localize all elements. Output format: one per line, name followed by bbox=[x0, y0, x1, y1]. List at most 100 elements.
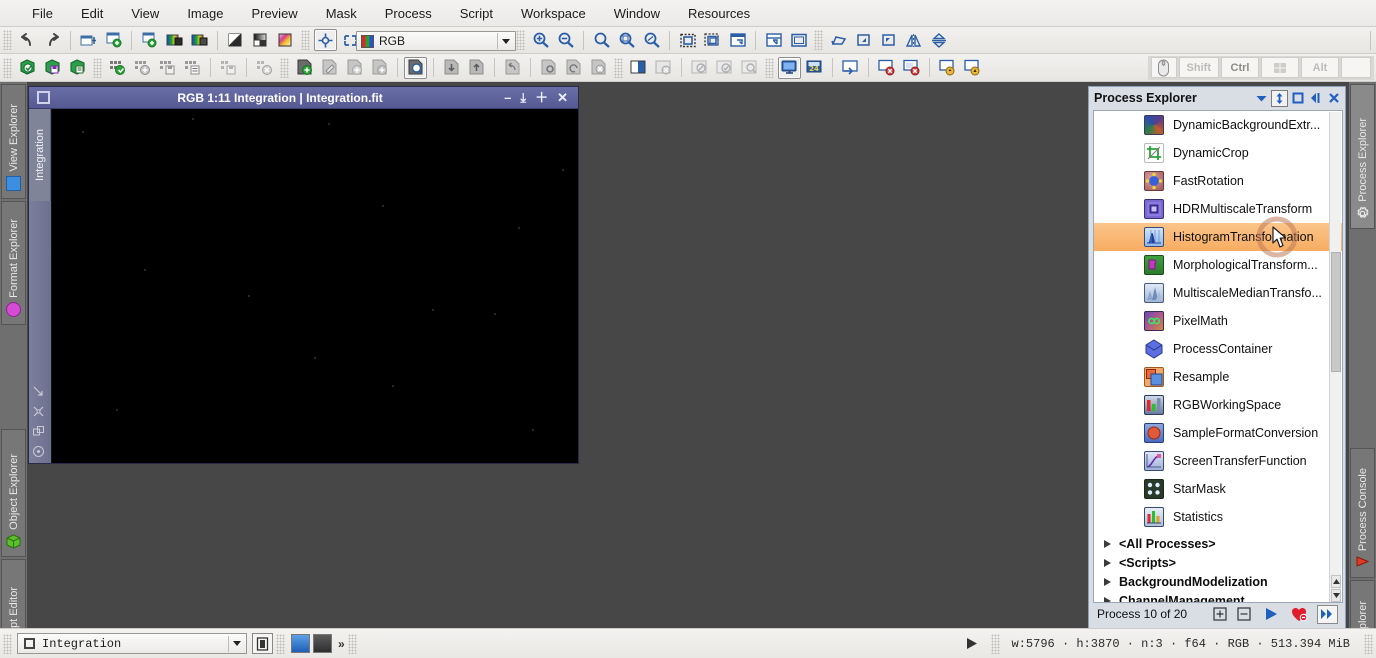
target-icon[interactable] bbox=[32, 445, 45, 458]
more-swatches-button[interactable]: » bbox=[338, 637, 345, 651]
panel-maximize-button[interactable] bbox=[1289, 90, 1306, 107]
preview-reset-button[interactable] bbox=[562, 57, 585, 79]
menu-edit[interactable]: Edit bbox=[67, 2, 117, 25]
list-item[interactable]: Statistics bbox=[1094, 503, 1342, 531]
toolbar-grip[interactable] bbox=[3, 57, 12, 78]
bitdepth-24-button[interactable]: 24 bbox=[803, 57, 826, 79]
sidebar-item-object-explorer[interactable]: Object Explorer bbox=[1, 429, 26, 557]
rotate-free-button[interactable] bbox=[827, 29, 850, 51]
list-item[interactable]: SampleFormatConversion bbox=[1094, 419, 1342, 447]
run-process-button[interactable] bbox=[1261, 605, 1282, 624]
group-scripts[interactable]: <Scripts> bbox=[1094, 553, 1342, 572]
stf-disable-button[interactable] bbox=[900, 57, 923, 79]
sidebar-item-format-explorer[interactable]: Format Explorer bbox=[1, 201, 26, 325]
window-maximize-button[interactable] bbox=[787, 29, 810, 51]
scroll-up-button[interactable] bbox=[1331, 575, 1341, 588]
chevron-down-icon[interactable] bbox=[228, 635, 244, 652]
panel-menu-button[interactable] bbox=[1253, 90, 1270, 107]
preview-new-button[interactable] bbox=[293, 57, 316, 79]
process-list[interactable]: DynamicBackgroundExtr... DynamicCrop Fas… bbox=[1093, 110, 1343, 603]
dashed-squares-button[interactable] bbox=[701, 29, 724, 51]
view-tab-integration[interactable]: Integration bbox=[29, 109, 51, 201]
preview-edit-button[interactable] bbox=[318, 57, 341, 79]
list-item[interactable]: HDRMultiscaleTransform bbox=[1094, 195, 1342, 223]
preview-undo-button[interactable] bbox=[501, 57, 524, 79]
zoom-fit-button[interactable] bbox=[615, 29, 638, 51]
statusbar-grip[interactable] bbox=[276, 633, 285, 654]
toolbar-grip[interactable] bbox=[814, 30, 823, 50]
combine-channels-button[interactable] bbox=[188, 29, 211, 51]
image-shade-button[interactable]: ⤓ bbox=[520, 91, 526, 104]
statusbar-grip[interactable] bbox=[3, 633, 12, 654]
color-space-combo[interactable]: RGB bbox=[356, 31, 516, 51]
stf-unlink-button[interactable] bbox=[961, 57, 984, 79]
process-edit-button[interactable] bbox=[66, 57, 89, 79]
list-item[interactable]: DynamicCrop bbox=[1094, 139, 1342, 167]
toolbar-grip[interactable] bbox=[301, 30, 310, 50]
sidebar-item-process-explorer[interactable]: Process Explorer bbox=[1350, 84, 1375, 229]
flip-horizontal-button[interactable] bbox=[902, 29, 925, 51]
panel-autohide-button[interactable] bbox=[1271, 89, 1288, 107]
flip-vertical-button[interactable] bbox=[927, 29, 950, 51]
view-selector[interactable]: Integration bbox=[17, 633, 247, 654]
view-properties-button[interactable] bbox=[252, 633, 273, 654]
list-item[interactable]: PixelMath bbox=[1094, 307, 1342, 335]
preview-add-button[interactable] bbox=[343, 57, 366, 79]
duplicate-view-button[interactable] bbox=[138, 29, 161, 51]
preview-duplicate-button[interactable] bbox=[368, 57, 391, 79]
menu-resources[interactable]: Resources bbox=[674, 2, 764, 25]
statusbar-grip[interactable] bbox=[1364, 633, 1373, 654]
group-channel-management[interactable]: ChannelManagement bbox=[1094, 591, 1342, 602]
list-item[interactable]: StarMask bbox=[1094, 475, 1342, 503]
expand-all-button[interactable] bbox=[1209, 605, 1230, 624]
chevron-down-icon[interactable] bbox=[497, 33, 513, 49]
mask-enable-button[interactable] bbox=[713, 57, 736, 79]
icons-execute-button[interactable] bbox=[106, 57, 129, 79]
grayscale-button[interactable] bbox=[249, 29, 272, 51]
toolbar-grip[interactable] bbox=[614, 57, 623, 78]
image-close-button[interactable]: ✕ bbox=[557, 91, 568, 104]
list-item[interactable]: DynamicBackgroundExtr... bbox=[1094, 111, 1342, 139]
toolbar-grip[interactable] bbox=[280, 57, 289, 78]
scrollbar-thumb[interactable] bbox=[1331, 252, 1341, 372]
zoom-in-button[interactable] bbox=[529, 29, 552, 51]
icons-save-button[interactable] bbox=[156, 57, 179, 79]
open-image-button[interactable] bbox=[102, 29, 125, 51]
window-resize-button[interactable] bbox=[726, 29, 749, 51]
mask-apply-button[interactable] bbox=[627, 57, 650, 79]
menu-window[interactable]: Window bbox=[600, 2, 674, 25]
extract-channel-button[interactable] bbox=[163, 29, 186, 51]
menu-process[interactable]: Process bbox=[371, 2, 446, 25]
play-triangle-icon[interactable] bbox=[965, 637, 979, 650]
stf-reset-button[interactable] bbox=[875, 57, 898, 79]
list-item[interactable]: MorphologicalTransform... bbox=[1094, 251, 1342, 279]
toolbar-grip[interactable] bbox=[93, 57, 102, 78]
list-item[interactable]: Resample bbox=[1094, 363, 1342, 391]
favorites-button[interactable] bbox=[1289, 605, 1310, 624]
zoom-out-button[interactable] bbox=[554, 29, 577, 51]
zoom-1to1-button[interactable] bbox=[590, 29, 613, 51]
panel-collapse-button[interactable] bbox=[1307, 90, 1324, 107]
menu-script[interactable]: Script bbox=[446, 2, 507, 25]
statusbar-grip[interactable] bbox=[347, 633, 357, 654]
redo-button[interactable] bbox=[41, 29, 64, 51]
list-item-histogram-transformation[interactable]: HistogramTransformation bbox=[1094, 216, 1342, 258]
dashed-square-button[interactable] bbox=[676, 29, 699, 51]
preview-remove-button[interactable] bbox=[587, 57, 610, 79]
stf-link-button[interactable] bbox=[936, 57, 959, 79]
mask-overlay-button[interactable] bbox=[738, 57, 761, 79]
preview-squares-icon[interactable] bbox=[32, 425, 45, 438]
collapse-all-button[interactable] bbox=[1233, 605, 1254, 624]
preview-settings-button[interactable] bbox=[537, 57, 560, 79]
crosshair-small-icon[interactable] bbox=[32, 405, 45, 418]
sidebar-item-view-explorer[interactable]: View Explorer bbox=[1, 84, 26, 199]
next-process-button[interactable] bbox=[1317, 604, 1339, 624]
invert-button[interactable] bbox=[224, 29, 247, 51]
panel-close-button[interactable] bbox=[1325, 90, 1342, 107]
image-window[interactable]: RGB 1:11 Integration | Integration.fit –… bbox=[28, 86, 579, 464]
preview-import-button[interactable] bbox=[440, 57, 463, 79]
crosshair-pointer-button[interactable] bbox=[314, 29, 337, 51]
color-swatch-blue[interactable] bbox=[291, 634, 310, 653]
stf-auto-button[interactable] bbox=[839, 57, 862, 79]
monitor-button[interactable] bbox=[778, 56, 801, 79]
